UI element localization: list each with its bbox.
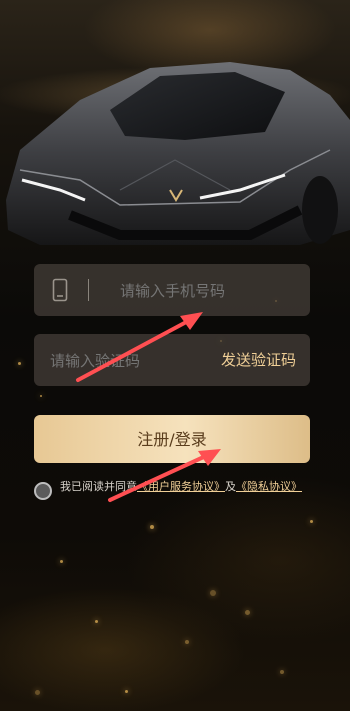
phone-icon (52, 278, 68, 302)
agreement-checkbox[interactable] (34, 482, 52, 500)
agreement-conjunction: 及 (225, 480, 236, 493)
phone-field-container (34, 264, 310, 318)
sports-car-hero-image (6, 62, 350, 245)
agreement-prefix: 我已阅读并同意 (60, 480, 137, 493)
phone-input[interactable] (118, 264, 302, 318)
agreement-text: 我已阅读并同意《用户服务协议》及《隐私协议》 (60, 480, 310, 494)
register-login-button[interactable]: 注册/登录 (34, 415, 310, 463)
field-divider (88, 279, 89, 301)
privacy-policy-link[interactable]: 《隐私协议》 (236, 480, 302, 493)
user-agreement-link[interactable]: 《用户服务协议》 (137, 480, 225, 493)
verification-field-container: 发送验证码 (34, 334, 310, 388)
verification-code-input[interactable] (48, 334, 202, 388)
send-code-button[interactable]: 发送验证码 (221, 334, 296, 386)
